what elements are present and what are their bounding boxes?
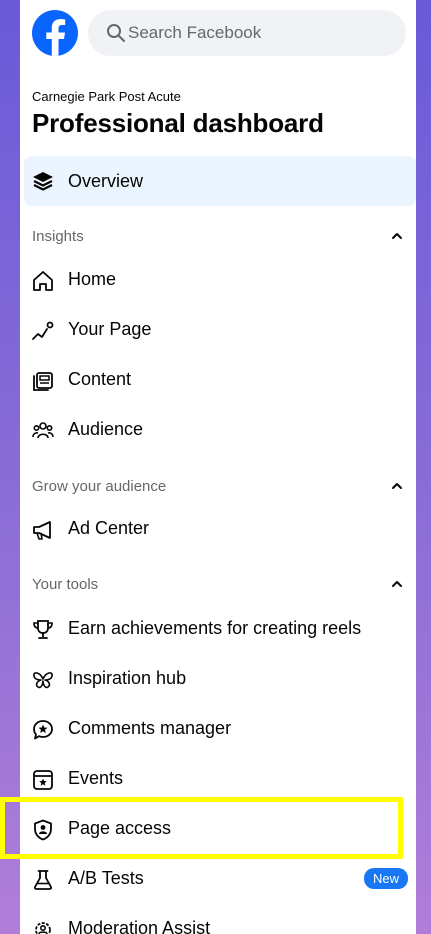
nav-item-label: A/B Tests (68, 868, 144, 888)
trend-line-icon (32, 321, 54, 340)
content-icon (33, 372, 53, 391)
nav-item-ad-center[interactable]: Ad Center (20, 505, 416, 553)
nav-item-label: Inspiration hub (68, 668, 187, 688)
section-insights-header[interactable]: Insights (20, 219, 416, 253)
section-label: Your tools (32, 576, 99, 593)
dashboard-panel: Carnegie Park Post Acute Professional da… (20, 0, 416, 934)
chevron-up-icon[interactable] (390, 229, 404, 243)
nav-item-label: Your Page (68, 319, 152, 339)
new-badge: New (363, 868, 408, 889)
flask-icon (33, 870, 53, 890)
calendar-star-icon (33, 770, 53, 790)
nav-item-label: Earn achievements for creating reels (68, 618, 362, 638)
butterfly-icon (33, 672, 53, 689)
nav-item-label: Events (68, 768, 124, 788)
page-name: Carnegie Park Post Acute (32, 89, 181, 104)
nav-item-label: Audience (68, 419, 144, 439)
nav-item-events[interactable]: Events (20, 755, 416, 803)
top-bar (20, 0, 416, 68)
layers-icon (33, 172, 53, 191)
page-access-highlight (0, 797, 403, 859)
nav-item-label: Ad Center (68, 518, 150, 538)
gear-people-icon (35, 922, 51, 934)
section-label: Grow your audience (32, 478, 167, 495)
nav-item-inspiration-hub[interactable]: Inspiration hub (20, 655, 416, 703)
nav-item-your-page[interactable]: Your Page (20, 306, 416, 354)
search-icon (107, 24, 125, 42)
nav-item-label: Moderation Assist (68, 918, 211, 934)
nav-item-label: Overview (68, 171, 144, 191)
facebook-logo-icon[interactable] (32, 10, 78, 56)
nav-item-label: Content (68, 369, 132, 389)
nav-item-label: Home (68, 269, 117, 289)
nav-item-audience[interactable]: Audience (20, 406, 416, 454)
trophy-icon (33, 620, 53, 639)
home-icon (33, 271, 53, 291)
nav-item-moderation-assist[interactable]: Moderation Assist (20, 905, 416, 934)
search-input[interactable] (128, 18, 388, 48)
section-tools-header[interactable]: Your tools (20, 567, 416, 601)
people-icon (32, 422, 54, 439)
search-bar[interactable] (88, 10, 406, 56)
chevron-up-icon[interactable] (390, 577, 404, 591)
section-grow-header[interactable]: Grow your audience (20, 469, 416, 503)
megaphone-icon (33, 521, 51, 540)
nav-item-comments-manager[interactable]: Comments manager (20, 705, 416, 753)
section-label: Insights (32, 228, 84, 245)
nav-item-content[interactable]: Content (20, 356, 416, 404)
comment-star-icon (33, 720, 53, 740)
nav-item-overview[interactable]: Overview (24, 156, 416, 206)
nav-item-label: Comments manager (68, 718, 232, 738)
chevron-up-icon[interactable] (390, 479, 404, 493)
page-title: Professional dashboard (32, 108, 324, 138)
nav-item-earn-achievements[interactable]: Earn achievements for creating reels (20, 605, 416, 653)
nav-item-ab-tests[interactable]: A/B Tests New (20, 855, 416, 903)
nav-item-home[interactable]: Home (20, 256, 416, 304)
